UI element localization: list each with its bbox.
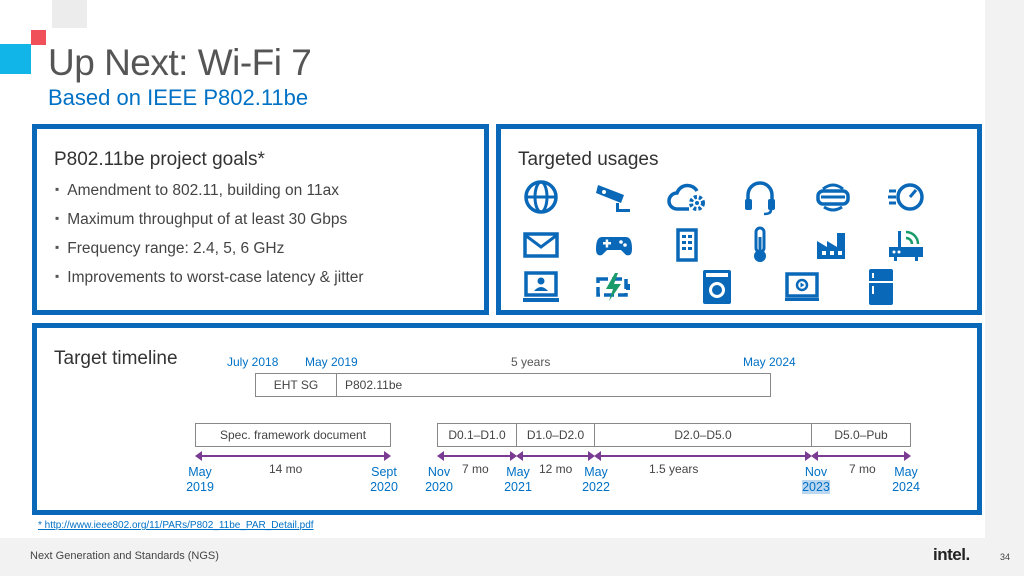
refrigerator-icon: [861, 267, 901, 307]
router-icon: [886, 225, 926, 265]
duration-arrow: [195, 451, 391, 461]
timeline-date: Sept 2020: [370, 465, 398, 494]
goals-list: Amendment to 802.11, building on 11ax Ma…: [55, 181, 364, 297]
monitor-play-icon: [782, 267, 822, 307]
duration-label: 7 mo: [849, 462, 876, 476]
phase-d5-pub: D5.0–Pub: [811, 423, 911, 447]
intel-logo: intel.: [933, 545, 970, 564]
timeline-date: May 2022: [582, 465, 610, 494]
speedometer-icon: [886, 177, 926, 217]
duration-label: 12 mo: [539, 462, 573, 476]
globe-icon: [521, 177, 561, 217]
timeline-date: Nov 2023: [802, 465, 830, 494]
cloud-settings-icon: [667, 177, 707, 217]
decor-square-gray: [52, 0, 87, 28]
goals-heading: P802.11be project goals*: [54, 149, 265, 170]
slide-title: Up Next: Wi-Fi 7: [48, 42, 312, 83]
gamepad-icon: [594, 225, 634, 265]
headset-icon: [740, 177, 780, 217]
timeline-label-end: May 2024: [743, 355, 796, 369]
security-camera-icon: [594, 177, 634, 217]
timeline-heading: Target timeline: [54, 348, 178, 369]
smart-panel-icon: [667, 225, 707, 265]
duration-label: 14 mo: [269, 462, 303, 476]
washing-machine-icon: [697, 267, 737, 307]
factory-icon: [813, 225, 853, 265]
duration-label: 1.5 years: [649, 462, 699, 476]
usages-panel: Targeted usages: [496, 124, 982, 315]
mail-icon: [521, 225, 561, 265]
thermometer-icon: [740, 225, 780, 265]
phase-d2-d5: D2.0–D5.0: [594, 423, 812, 447]
timeline-date: May 2021: [504, 465, 532, 494]
timeline-label-mid: May 2019: [305, 355, 358, 369]
timeline-date: Nov 2020: [425, 465, 453, 494]
phase-spec-framework: Spec. framework document: [195, 423, 391, 447]
usages-heading: Targeted usages: [518, 149, 659, 170]
footer-text: Next Generation and Standards (NGS): [30, 550, 219, 562]
phase-d1-d2: D1.0–D2.0: [516, 423, 595, 447]
video-call-icon: [521, 267, 561, 307]
decor-square-red: [31, 30, 46, 45]
duration-arrow: [437, 451, 517, 461]
page-number: 34: [1000, 552, 1011, 562]
right-margin-strip: [985, 0, 1024, 576]
slide-subtitle: Based on IEEE P802.11be: [48, 85, 309, 110]
timeline-date: May 2019: [186, 465, 214, 494]
duration-arrow: [516, 451, 595, 461]
goal-item: Improvements to worst-case latency & jit…: [55, 268, 363, 297]
duration-arrow: [594, 451, 812, 461]
goal-item: Amendment to 802.11, building on 11ax: [55, 181, 364, 210]
goals-panel: P802.11be project goals* Amendment to 80…: [32, 124, 489, 315]
decor-square-cyan: [0, 44, 31, 74]
vr-headset-icon: [813, 177, 853, 217]
battery-charging-icon: [594, 267, 634, 307]
timeline-panel: Target timeline July 2018 May 2019 5 yea…: [32, 323, 982, 515]
duration-arrow: [811, 451, 911, 461]
bar-eht-sg: EHT SG: [255, 373, 337, 397]
timeline-label-span: 5 years: [511, 355, 551, 369]
goal-item: Maximum throughput of at least 30 Gbps: [55, 210, 364, 239]
timeline-date: May 2024: [892, 465, 920, 494]
bar-p80211be: P802.11be: [336, 373, 771, 397]
timeline-label-start: July 2018: [227, 355, 279, 369]
goal-item: Frequency range: 2.4, 5, 6 GHz: [55, 239, 364, 268]
footnote-link[interactable]: * http://www.ieee802.org/11/PARs/P802_11…: [38, 520, 314, 531]
duration-label: 7 mo: [462, 462, 489, 476]
phase-d0-d1: D0.1–D1.0: [437, 423, 517, 447]
